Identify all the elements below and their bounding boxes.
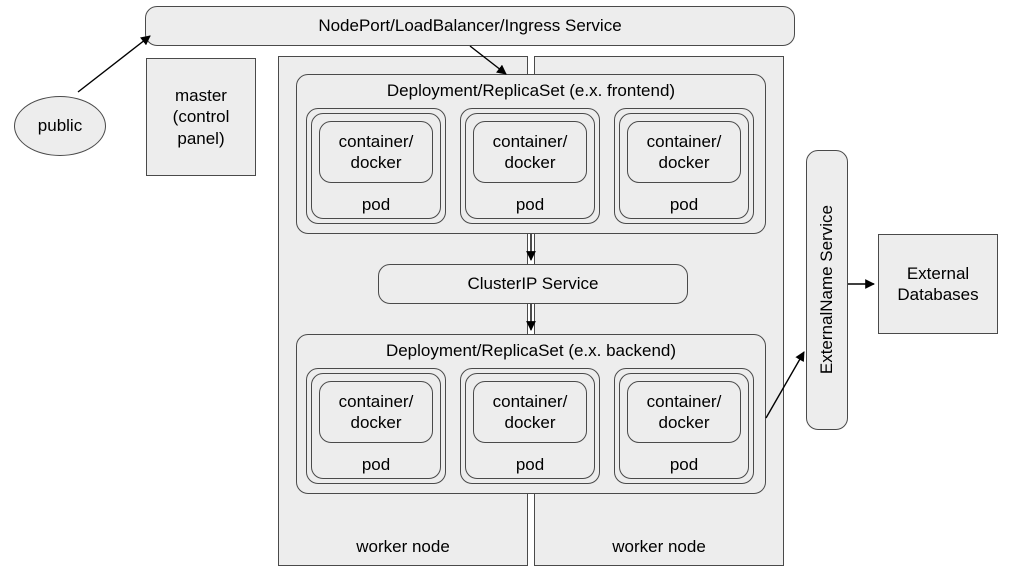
- arrow-public-ingress: [78, 36, 150, 92]
- container-f2: container/ docker: [473, 121, 587, 183]
- container-b2-l1: container/: [493, 391, 568, 412]
- public-ellipse: public: [14, 96, 106, 156]
- container-f3: container/ docker: [627, 121, 741, 183]
- external-databases: External Databases: [878, 234, 998, 334]
- master-box: master (control panel): [146, 58, 256, 176]
- container-b1-l2: docker: [350, 412, 401, 433]
- pod-b1-label: pod: [307, 455, 445, 475]
- container-f3-l2: docker: [658, 152, 709, 173]
- pod-frontend-1: container/ docker pod: [306, 108, 446, 224]
- container-b3: container/ docker: [627, 381, 741, 443]
- pod-f1-label: pod: [307, 195, 445, 215]
- container-b3-l2: docker: [658, 412, 709, 433]
- container-b1: container/ docker: [319, 381, 433, 443]
- pod-backend-2: container/ docker pod: [460, 368, 600, 484]
- container-f1-l1: container/: [339, 131, 414, 152]
- pod-backend-1: container/ docker pod: [306, 368, 446, 484]
- public-label: public: [38, 116, 82, 136]
- container-b3-l1: container/: [647, 391, 722, 412]
- pod-backend-3: container/ docker pod: [614, 368, 754, 484]
- container-f3-l1: container/: [647, 131, 722, 152]
- container-b1-l1: container/: [339, 391, 414, 412]
- worker-node-right-label: worker node: [535, 537, 783, 557]
- external-db-line1: External: [907, 263, 969, 284]
- externalname-service: ExternalName Service: [806, 150, 848, 430]
- clusterip-service: ClusterIP Service: [378, 264, 688, 304]
- clusterip-label: ClusterIP Service: [467, 274, 598, 294]
- container-f1-l2: docker: [350, 152, 401, 173]
- pod-frontend-2: container/ docker pod: [460, 108, 600, 224]
- container-f1: container/ docker: [319, 121, 433, 183]
- ingress-service-label: NodePort/LoadBalancer/Ingress Service: [318, 16, 621, 36]
- container-f2-l2: docker: [504, 152, 555, 173]
- container-b2: container/ docker: [473, 381, 587, 443]
- master-line2: (control: [173, 106, 230, 127]
- pod-f2-label: pod: [461, 195, 599, 215]
- deployment-frontend-label: Deployment/ReplicaSet (e.x. frontend): [387, 81, 675, 101]
- master-line1: master: [175, 85, 227, 106]
- master-line3: panel): [177, 128, 224, 149]
- external-db-line2: Databases: [897, 284, 978, 305]
- container-f2-l1: container/: [493, 131, 568, 152]
- ingress-service-box: NodePort/LoadBalancer/Ingress Service: [145, 6, 795, 46]
- container-b2-l2: docker: [504, 412, 555, 433]
- worker-node-left-label: worker node: [279, 537, 527, 557]
- pod-b3-label: pod: [615, 455, 753, 475]
- pod-f3-label: pod: [615, 195, 753, 215]
- pod-frontend-3: container/ docker pod: [614, 108, 754, 224]
- externalname-label: ExternalName Service: [817, 205, 837, 374]
- pod-b2-label: pod: [461, 455, 599, 475]
- deployment-backend-label: Deployment/ReplicaSet (e.x. backend): [386, 341, 676, 361]
